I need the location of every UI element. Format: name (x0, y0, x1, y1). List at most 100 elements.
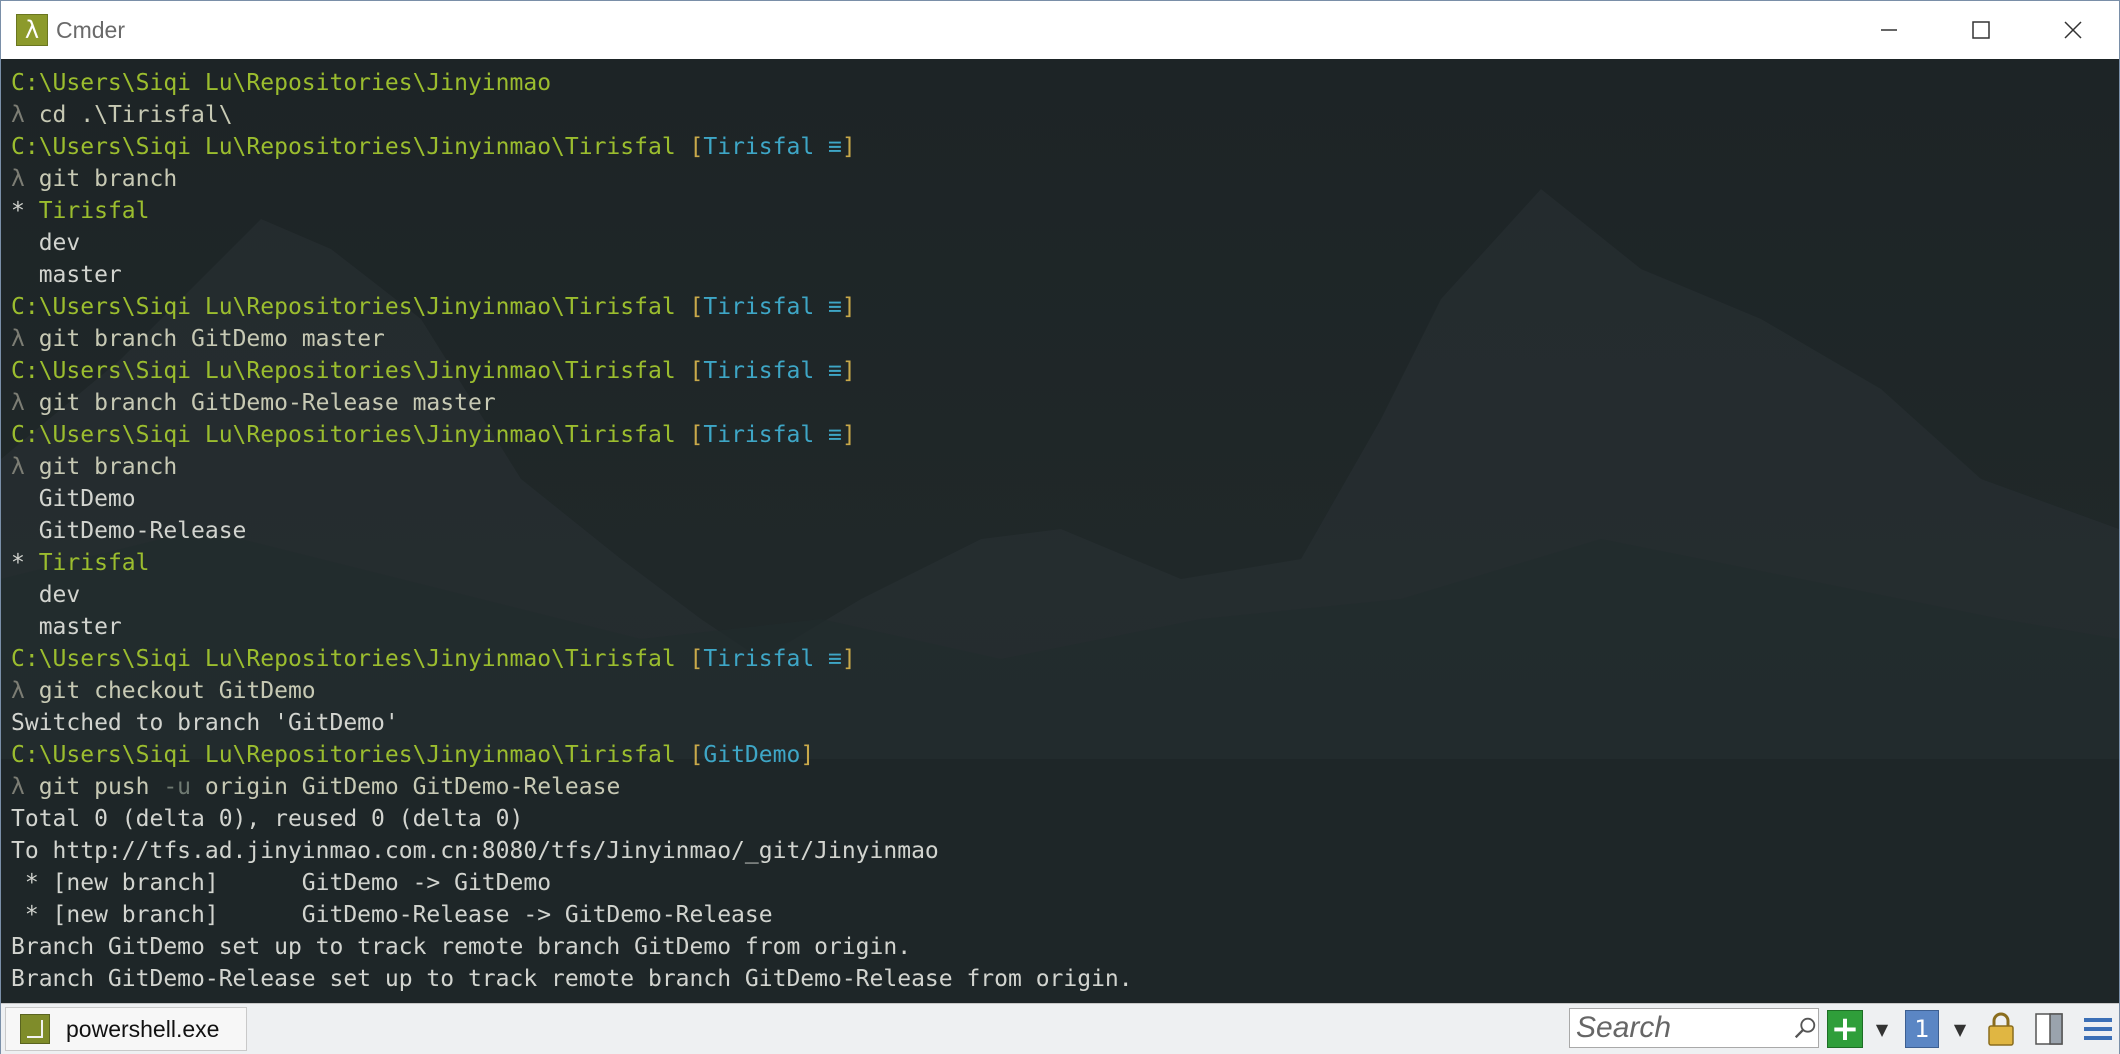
search-box[interactable] (1569, 1008, 1819, 1048)
cmder-window: λ Cmder C:\Users\Siqi Lu\Repositories\Ji… (0, 0, 2120, 1054)
output-text: Branch GitDemo set up to track remote br… (11, 934, 912, 960)
output-text: GitDemo-Release (11, 518, 247, 544)
output-line: master (11, 611, 1133, 643)
maximize-button[interactable] (1935, 1, 2027, 59)
close-icon (2064, 21, 2082, 39)
prompt-path: C:\Users\Siqi Lu\Repositories\Jinyinmao\… (11, 134, 676, 160)
prompt-path-line: C:\Users\Siqi Lu\Repositories\Jinyinmao\… (11, 643, 1133, 675)
branch-bracket-open: [ (689, 742, 704, 768)
output-line: To http://tfs.ad.jinyinmao.com.cn:8080/t… (11, 835, 1133, 867)
branch-bracket-open: [ (689, 646, 704, 672)
output-text: dev (11, 582, 81, 608)
minimize-button[interactable] (1843, 1, 1935, 59)
console-tab[interactable]: powershell.exe (5, 1007, 247, 1051)
scroll-lock-button[interactable] (1983, 1010, 2019, 1048)
title-bar[interactable]: λ Cmder (1, 1, 2119, 59)
lambda-icon[interactable]: λ (16, 14, 48, 46)
prompt-lambda: λ (11, 678, 39, 704)
minimize-icon (1881, 29, 1897, 31)
current-branch: Tirisfal (38, 550, 150, 576)
output-text: Branch GitDemo-Release set up to track r… (11, 966, 1133, 992)
branch-bracket-open: [ (689, 134, 704, 160)
output-line: dev (11, 579, 1133, 611)
command-text: git branch GitDemo-Release master (38, 390, 496, 416)
output-line: GitDemo-Release (11, 515, 1133, 547)
prompt-lambda: λ (11, 454, 39, 480)
branch-bracket-close: ] (841, 422, 856, 448)
prompt-path: C:\Users\Siqi Lu\Repositories\Jinyinmao\… (11, 294, 676, 320)
powershell-icon (20, 1014, 50, 1044)
command-flag: -u (163, 774, 192, 800)
prompt-lambda: λ (11, 390, 39, 416)
output-text: * [new branch] GitDemo-Release -> GitDem… (11, 902, 773, 928)
branch-indicator: Tirisfal ≡ (703, 294, 842, 320)
command-text: git branch GitDemo master (38, 326, 385, 352)
close-button[interactable] (2027, 1, 2119, 59)
search-input[interactable] (1570, 1010, 1788, 1046)
plus-icon: + (1830, 1009, 1860, 1049)
prompt-path: C:\Users\Siqi Lu\Repositories\Jinyinmao\… (11, 646, 676, 672)
output-line: * [new branch] GitDemo -> GitDemo (11, 867, 1133, 899)
output-line: Branch GitDemo set up to track remote br… (11, 931, 1133, 963)
chevron-down-icon: ▼ (1875, 1019, 1889, 1039)
tab-label: powershell.exe (66, 1015, 220, 1042)
console-switch-dropdown[interactable]: ▼ (1949, 1010, 1971, 1048)
prompt-lambda: λ (11, 774, 39, 800)
output-line: * [new branch] GitDemo-Release -> GitDem… (11, 899, 1133, 931)
output-line: Switched to branch 'GitDemo' (11, 707, 1133, 739)
new-console-button[interactable]: + (1827, 1010, 1863, 1048)
prompt-path-line: C:\Users\Siqi Lu\Repositories\Jinyinmao\… (11, 739, 1133, 771)
output-line: master (11, 259, 1133, 291)
branch-indicator: Tirisfal ≡ (703, 422, 842, 448)
search-icon[interactable] (1792, 1014, 1818, 1042)
status-bar: powershell.exe + ▼ 1 ▼ (1, 1003, 2119, 1054)
output-line: Total 0 (delta 0), reused 0 (delta 0) (11, 803, 1133, 835)
command-line: λ git branch GitDemo master (11, 323, 1133, 355)
command-line: λ git branch (11, 163, 1133, 195)
main-menu-button[interactable] (2079, 1010, 2117, 1048)
command-text: git branch (38, 454, 178, 480)
new-console-dropdown[interactable]: ▼ (1871, 1010, 1893, 1048)
console-switch-button[interactable]: 1 (1905, 1010, 1939, 1048)
lock-icon (1988, 1012, 2014, 1046)
prompt-lambda: λ (11, 166, 39, 192)
branch-bracket-open: [ (689, 358, 704, 384)
maximize-icon (1972, 21, 1990, 39)
prompt-lambda: λ (11, 326, 39, 352)
branch-indicator: Tirisfal ≡ (703, 134, 842, 160)
prompt-path: C:\Users\Siqi Lu\Repositories\Jinyinmao\… (11, 422, 676, 448)
output-line: GitDemo (11, 483, 1133, 515)
branch-indicator: Tirisfal ≡ (703, 646, 842, 672)
current-branch-line: * Tirisfal (11, 195, 1133, 227)
split-panel-button[interactable] (2031, 1010, 2067, 1048)
branch-bracket-close: ] (841, 358, 856, 384)
output-text: master (11, 614, 122, 640)
branch-bracket-close: ] (841, 134, 856, 160)
prompt-path: C:\Users\Siqi Lu\Repositories\Jinyinmao (11, 70, 552, 96)
command-line: λ cd .\Tirisfal\ (11, 99, 1133, 131)
branch-bracket-open: [ (689, 294, 704, 320)
output-text: Total 0 (delta 0), reused 0 (delta 0) (11, 806, 524, 832)
prompt-lambda: λ (11, 102, 39, 128)
command-text: cd .\Tirisfal\ (38, 102, 233, 128)
prompt-path: C:\Users\Siqi Lu\Repositories\Jinyinmao\… (11, 358, 676, 384)
prompt-path-line: C:\Users\Siqi Lu\Repositories\Jinyinmao\… (11, 419, 1133, 451)
output-text: Switched to branch 'GitDemo' (11, 710, 399, 736)
branch-bracket-open: [ (689, 422, 704, 448)
command-line: λ git branch (11, 451, 1133, 483)
branch-bracket-close: ] (841, 294, 856, 320)
branch-bracket-close: ] (841, 646, 856, 672)
output-text: dev (11, 230, 81, 256)
prompt-path-line: C:\Users\Siqi Lu\Repositories\Jinyinmao\… (11, 291, 1133, 323)
command-line: λ git branch GitDemo-Release master (11, 387, 1133, 419)
output-text: GitDemo (11, 486, 136, 512)
terminal-area[interactable]: C:\Users\Siqi Lu\Repositories\Jinyinmao λ… (1, 59, 2119, 1003)
output-line: dev (11, 227, 1133, 259)
prompt-path: C:\Users\Siqi Lu\Repositories\Jinyinmao\… (11, 742, 676, 768)
